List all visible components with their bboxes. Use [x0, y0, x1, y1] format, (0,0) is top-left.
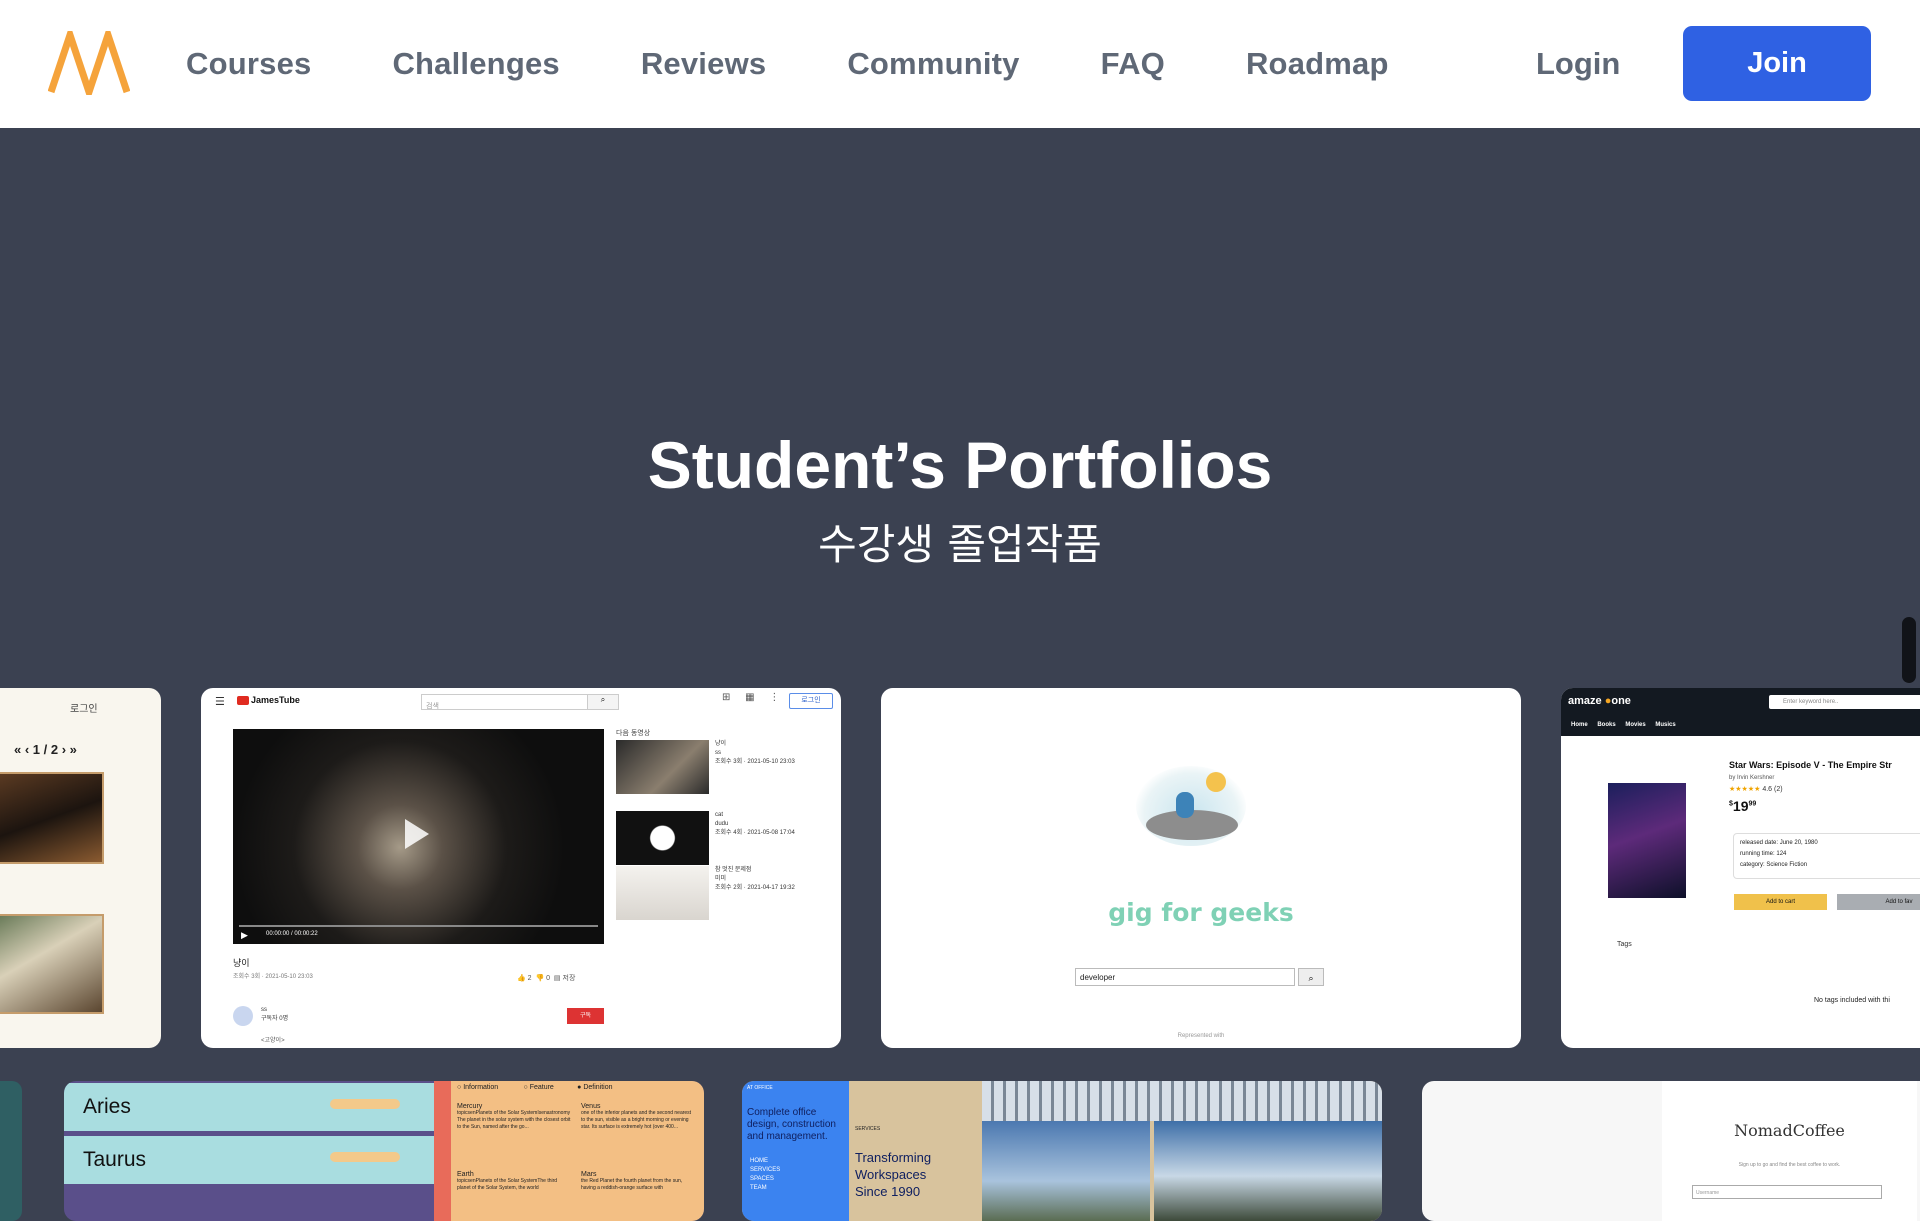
- section-subtitle: 수강생 졸업작품: [818, 520, 1102, 569]
- scrollbar-thumb[interactable]: [1902, 617, 1916, 683]
- video-player: ▶ 00:00:00 / 00:00:22: [233, 729, 604, 944]
- nav-link-challenges[interactable]: Challenges: [392, 46, 559, 82]
- add-to-cart-button: Add to cart: [1734, 894, 1827, 910]
- thumbnail: [616, 740, 709, 794]
- join-button[interactable]: Join: [1683, 26, 1871, 101]
- nav-link-community[interactable]: Community: [847, 46, 1019, 82]
- side-video-info: cat dudu 조회수 4회 · 2021-05-08 17:04: [715, 812, 795, 836]
- planet-entry: Mercury topicsenPlanets of the Solar Syst…: [457, 1103, 571, 1130]
- nav-links: Courses Challenges Reviews Community FAQ…: [186, 0, 1389, 128]
- search-input: developer: [1075, 968, 1295, 986]
- planet-panel: ○ Information ○ Feature ● Definition Mer…: [451, 1081, 704, 1221]
- card-brand: JamesTube: [251, 695, 300, 705]
- price: $1999: [1729, 798, 1757, 814]
- login-link[interactable]: Login: [1536, 0, 1620, 128]
- subscribe-button: 구독: [567, 1008, 604, 1024]
- video-meta: 조회수 3회 · 2021-05-10 23:03: [233, 974, 313, 980]
- like-dislike-save: 👍 2 👎 0 ▤ 저장: [517, 975, 576, 982]
- play-icon: [405, 819, 429, 849]
- search-icon: ⌕: [587, 694, 619, 710]
- photo-thumbnail: [0, 914, 104, 1014]
- services-label: SERVICES: [855, 1126, 881, 1132]
- nav-link-courses[interactable]: Courses: [186, 46, 311, 82]
- person-shape: [1176, 792, 1194, 818]
- office-headline: Complete office design, construction and…: [747, 1107, 836, 1142]
- zodiac-row: Taurus: [64, 1136, 434, 1184]
- zodiac-name: Aries: [83, 1095, 131, 1118]
- product-author: by Irvin Kershner: [1729, 775, 1775, 781]
- photo-thumbnail: [0, 772, 104, 864]
- nav-link-roadmap[interactable]: Roadmap: [1246, 46, 1389, 82]
- portfolio-card[interactable]: ☰ JamesTube 검색 ⌕ ⊞ ▦ ⋮ 로그인 ▶ 00:00:00 / …: [201, 688, 841, 1048]
- planet-entry: Venus one of the inferior planets and the…: [581, 1103, 692, 1130]
- zodiac-name: Taurus: [83, 1148, 147, 1171]
- portfolio-card[interactable]: amaze ●one Enter keyword here.. Home Boo…: [1561, 688, 1920, 1048]
- zodiac-pill: [330, 1152, 400, 1162]
- section-title: Student’s Portfolios: [647, 428, 1273, 502]
- card-brand: amaze ●one: [1568, 695, 1631, 707]
- username-input: Username: [1692, 1185, 1882, 1199]
- search-icon: ⌕: [1298, 968, 1324, 986]
- services-title: Transforming Workspaces Since 1990: [855, 1150, 932, 1199]
- rating: ★★★★★ 4.6 (2): [1729, 786, 1783, 793]
- nav-link-faq[interactable]: FAQ: [1101, 46, 1165, 82]
- sun-icon: [1206, 772, 1226, 792]
- channel-info: ss 구독자 0명: [261, 1007, 289, 1022]
- illustration: [1136, 766, 1246, 846]
- portfolio-card[interactable]: 로그인 « ‹ 1 / 2 › »: [0, 688, 161, 1048]
- portfolio-card[interactable]: AT OFFICE Complete office design, constr…: [742, 1081, 1382, 1221]
- menu-icon: ☰: [215, 696, 225, 708]
- search-input: Enter keyword here..: [1769, 695, 1920, 709]
- category-menu: Home Books Movies Musics: [1571, 722, 1676, 728]
- card-brand: NomadCoffee: [1734, 1121, 1845, 1140]
- sky-photo: [1154, 1121, 1382, 1221]
- photo-strip: [982, 1081, 1382, 1121]
- side-strip: [434, 1081, 451, 1221]
- play-logo-icon: [237, 696, 249, 705]
- no-tags-text: No tags included with thi: [1814, 997, 1890, 1004]
- thumbnail: [616, 811, 709, 865]
- signup-panel: NomadCoffee Sign up to go and find the b…: [1662, 1081, 1917, 1221]
- video-time: 00:00:00 / 00:00:22: [266, 931, 318, 937]
- zodiac-pill: [330, 1099, 400, 1109]
- nav-link-reviews[interactable]: Reviews: [641, 46, 766, 82]
- footer-text: Represented with: [1177, 1033, 1225, 1039]
- sky-photo: [982, 1121, 1150, 1221]
- portfolio-card[interactable]: [0, 1081, 22, 1221]
- card-login-label: 로그인: [70, 704, 98, 715]
- comment-text: <고양이>: [261, 1038, 285, 1044]
- side-video-info: 참 멋진 문제점 미미 조회수 2회 · 2021-04-17 19:32: [715, 867, 795, 891]
- play-small-icon: ▶: [241, 930, 248, 940]
- up-next-label: 다음 동영상: [616, 730, 651, 737]
- office-tag: AT OFFICE: [747, 1085, 773, 1091]
- panel-tabs: ○ Information ○ Feature ● Definition: [457, 1084, 613, 1091]
- logo-icon[interactable]: [48, 31, 130, 95]
- side-video-info: 냥이 ss 조회수 3회 · 2021-05-10 23:03: [715, 741, 795, 765]
- portfolio-card[interactable]: gig for geeks developer ⌕ Represented wi…: [881, 688, 1521, 1048]
- portfolio-card[interactable]: Aries Taurus ○ Information ○ Feature ● D…: [64, 1081, 704, 1221]
- product-details: released date: June 20, 1980 running time…: [1733, 833, 1920, 879]
- login-button: 로그인: [789, 693, 833, 709]
- portfolio-card[interactable]: NomadCoffee Sign up to go and find the b…: [1422, 1081, 1920, 1221]
- pagination: « ‹ 1 / 2 › »: [14, 742, 77, 757]
- progress-bar: [239, 925, 598, 927]
- tags-label: Tags: [1617, 941, 1632, 948]
- thumbnail: [616, 866, 709, 920]
- movie-poster: [1608, 783, 1686, 898]
- app-icons: ⊞ ▦ ⋮: [722, 692, 786, 703]
- product-title: Star Wars: Episode V - The Empire Str: [1729, 760, 1892, 770]
- zodiac-row: Aries: [64, 1083, 434, 1134]
- add-to-fav-button: Add to fav: [1837, 894, 1920, 910]
- top-navbar: Courses Challenges Reviews Community FAQ…: [0, 0, 1920, 128]
- planet-entry: Mars the Red Planet the fourth planet fro…: [581, 1171, 683, 1191]
- office-sidebar: AT OFFICE Complete office design, constr…: [742, 1081, 849, 1221]
- search-input: 검색: [421, 694, 589, 710]
- avatar: [233, 1006, 253, 1026]
- office-menu: HOME SERVICES SPACES TEAM: [750, 1158, 781, 1191]
- video-title: 냥이: [233, 958, 250, 968]
- card-brand: gig for geeks: [1108, 898, 1294, 927]
- planet-entry: Earth topicsenPlanets of the Solar System…: [457, 1171, 558, 1191]
- signup-tagline: Sign up to go and find the best coffee t…: [1738, 1162, 1841, 1168]
